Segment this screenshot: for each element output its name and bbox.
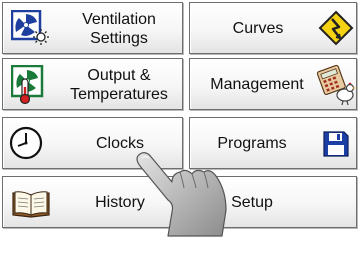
ventilation-settings-line2: Settings	[90, 30, 148, 47]
clocks-label: Clocks	[95, 135, 144, 152]
programs-label: Programs	[217, 135, 287, 152]
ventilation-settings-line1: Ventilation	[82, 11, 156, 28]
history-label: History	[95, 194, 145, 211]
programs-button[interactable]: Programs	[189, 117, 357, 169]
curve-warning-icon	[318, 10, 354, 46]
curves-label: Curves	[232, 20, 284, 37]
fan-sun-icon	[11, 10, 49, 45]
output-temperatures-label: Output & Temperatures	[59, 66, 179, 104]
curves-button[interactable]: Curves	[189, 2, 357, 54]
clocks-button[interactable]: Clocks	[2, 117, 183, 169]
floppy-disk-icon	[323, 131, 349, 157]
fan-thermometer-icon	[11, 65, 44, 105]
output-temperatures-line1: Output &	[87, 67, 151, 84]
clock-icon	[9, 126, 43, 160]
management-button[interactable]: Management	[189, 58, 357, 110]
output-temperatures-button[interactable]: Output & Temperatures	[2, 58, 183, 110]
setup-label: Setup	[231, 194, 273, 211]
open-book-icon	[12, 191, 50, 218]
ventilation-settings-label: Ventilation Settings	[59, 10, 179, 48]
management-label: Management	[210, 76, 304, 93]
calculator-chicken-icon	[316, 64, 356, 106]
ventilation-settings-button[interactable]: Ventilation Settings	[2, 2, 183, 54]
setup-button[interactable]: Setup	[189, 176, 357, 228]
output-temperatures-line2: Temperatures	[70, 86, 168, 103]
history-button[interactable]: History	[2, 176, 183, 228]
